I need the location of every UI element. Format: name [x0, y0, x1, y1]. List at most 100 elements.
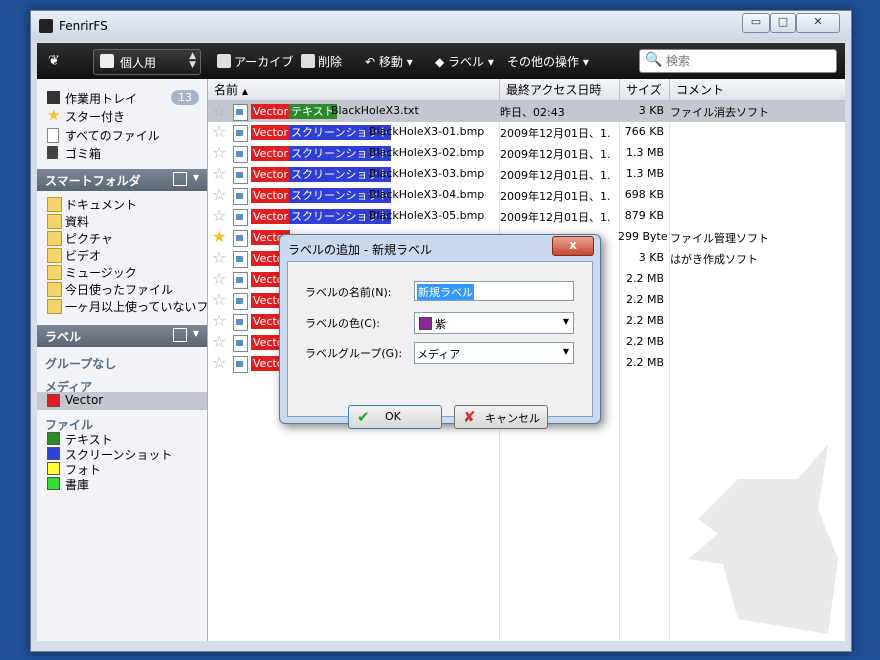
chevron-down-icon: ▼ [562, 347, 569, 356]
archive-button[interactable]: アーカイブ [217, 53, 293, 70]
file-size: 1.3 MB [625, 146, 664, 159]
file-size: 299 Byte [618, 230, 668, 243]
edit-icon[interactable] [173, 172, 187, 186]
file-name: BlackHoleX3-02.bmp [369, 146, 485, 159]
sort-ascending-icon: ▲ [241, 87, 248, 96]
star-toggle-icon[interactable]: ☆ [212, 186, 226, 204]
dialog-close-button[interactable]: x [552, 236, 594, 256]
fenrir-menu-icon[interactable]: ❦ [45, 52, 63, 70]
sidebar-item-tray[interactable]: 作業用トレイ 13 [37, 89, 207, 107]
star-toggle-icon[interactable]: ☆ [212, 270, 226, 288]
table-row[interactable]: ☆ Vector スクリーンショット BlackHoleX3-02.bmp 2009年1… [208, 143, 845, 164]
table-row[interactable]: ☆ Vector テキスト BlackHoleX3.txt 昨日、02:43 3 KB ファ… [208, 101, 845, 122]
profile-selector[interactable]: 個人用 ▲ ▼ [93, 49, 201, 75]
smart-folder-icon [47, 231, 62, 246]
label-item-archive[interactable]: 書庫 [37, 475, 207, 493]
column-header-size[interactable]: サイズ [620, 79, 670, 101]
label-color-select[interactable]: 紫 ▼ [414, 312, 574, 334]
move-arrow-icon: ↶ [365, 55, 379, 69]
table-row[interactable]: ☆ Vector スクリーンショット BlackHoleX3-03.bmp 2009年1… [208, 164, 845, 185]
star-toggle-icon[interactable]: ☆ [212, 354, 226, 372]
label-button[interactable]: ◆ ラベル ▾ [435, 53, 494, 70]
window-title: FenrirFS [59, 19, 108, 33]
star-toggle-icon[interactable]: ☆ [212, 291, 226, 309]
smart-folder-item[interactable]: ピクチャ [37, 229, 207, 247]
star-toggle-icon[interactable]: ☆ [212, 102, 226, 120]
star-icon: ★ [47, 107, 61, 124]
file-type-icon [233, 293, 248, 310]
file-date: 2009年12月01日、1... [500, 190, 610, 203]
file-size: 2.2 MB [625, 335, 664, 348]
file-type-icon [233, 209, 248, 226]
table-row[interactable]: ☆ Vector スクリーンショット BlackHoleX3-01.bmp 2009年1… [208, 122, 845, 143]
label-name-input[interactable]: 新規ラベル [414, 281, 574, 301]
file-type-icon [233, 146, 248, 163]
move-button[interactable]: ↶ 移動 ▾ [365, 53, 413, 70]
sidebar-item-trash[interactable]: ゴミ箱 [37, 144, 207, 162]
file-size: 3 KB [638, 104, 664, 117]
file-comment: ファイル消去ソフト [670, 106, 769, 119]
search-input[interactable] [664, 52, 832, 70]
color-swatch-icon [419, 317, 432, 330]
chevron-down-icon[interactable]: ▼ [193, 329, 199, 338]
file-size: 1.3 MB [625, 167, 664, 180]
toolbar: ❦ 個人用 ▲ ▼ アーカイブ 削除 ↶ 移動 ▾ ◆ ラベル ▾ その他の操作 … [37, 43, 845, 79]
smart-folder-item[interactable]: 一ヶ月以上使っていないフ... [37, 297, 207, 315]
star-toggle-icon[interactable]: ☆ [212, 144, 226, 162]
more-actions-button[interactable]: その他の操作 ▾ [507, 53, 589, 70]
sidebar-item-starred[interactable]: ★ スター付き [37, 107, 207, 125]
file-size: 2.2 MB [625, 314, 664, 327]
star-toggle-icon[interactable]: ★ [212, 228, 226, 246]
file-size: 2.2 MB [625, 293, 664, 306]
fenrir-watermark-icon [688, 444, 838, 634]
x-icon: ✘ [463, 408, 476, 426]
column-header-date[interactable]: 最終アクセス日時 [500, 79, 620, 101]
file-name: BlackHoleX3-05.bmp [369, 209, 485, 222]
label-group-select[interactable]: メディア ▼ [414, 342, 574, 364]
star-toggle-icon[interactable]: ☆ [212, 312, 226, 330]
file-type-icon [233, 335, 248, 352]
label-header[interactable]: ラベル ▼ [37, 325, 207, 347]
file-name: BlackHoleX3-01.bmp [369, 125, 485, 138]
edit-icon[interactable] [173, 328, 187, 342]
close-button[interactable]: ✕ [796, 13, 840, 33]
file-label-tag: テキスト [289, 104, 337, 119]
dialog-body: ラベルの名前(N): 新規ラベル ラベルの色(C): 紫 ▼ ラベルグループ(G… [287, 261, 593, 429]
table-row[interactable]: ☆ Vector スクリーンショット BlackHoleX3-05.bmp 2009年1… [208, 206, 845, 227]
cancel-button[interactable]: ✘ キャンセル [454, 405, 548, 429]
chevron-down-icon[interactable]: ▼ [193, 173, 199, 182]
smart-folder-item[interactable]: 今日使ったファイル [37, 280, 207, 298]
smart-folder-item[interactable]: ドキュメント [37, 195, 207, 213]
smart-folder-item[interactable]: ミュージック [37, 263, 207, 281]
maximize-button[interactable]: □ [770, 13, 796, 33]
table-row[interactable]: ☆ Vector スクリーンショット BlackHoleX3-04.bmp 2009年1… [208, 185, 845, 206]
drive-icon [100, 54, 114, 68]
column-header-comment[interactable]: コメント [670, 79, 845, 101]
file-name: BlackHoleX3.txt [331, 104, 419, 117]
smart-folder-header[interactable]: スマートフォルダ ▼ [37, 169, 207, 191]
file-size: 3 KB [638, 251, 664, 264]
star-toggle-icon[interactable]: ☆ [212, 123, 226, 141]
delete-button[interactable]: 削除 [301, 53, 342, 70]
search-box[interactable]: 🔍 [639, 49, 837, 73]
smart-folder-icon [47, 299, 62, 314]
star-toggle-icon[interactable]: ☆ [212, 333, 226, 351]
star-toggle-icon[interactable]: ☆ [212, 207, 226, 225]
label-color-swatch [47, 477, 60, 490]
smart-folder-item[interactable]: ビデオ [37, 246, 207, 264]
label-item-vector[interactable]: Vector [37, 392, 207, 410]
label-color-swatch [47, 447, 60, 460]
minimize-button[interactable]: ▭ [742, 13, 770, 33]
file-name: BlackHoleX3-03.bmp [369, 167, 485, 180]
sidebar-item-all-files[interactable]: すべてのファイル [37, 126, 207, 144]
star-toggle-icon[interactable]: ☆ [212, 165, 226, 183]
smart-folder-icon [47, 214, 62, 229]
smart-folder-item[interactable]: 資料 [37, 212, 207, 230]
file-comment: ファイル管理ソフト [670, 232, 769, 245]
star-toggle-icon[interactable]: ☆ [212, 249, 226, 267]
ok-button[interactable]: ✔ OK [348, 405, 442, 429]
file-label-tag: Vector [251, 167, 291, 182]
trash-icon [47, 146, 58, 159]
label-group-none[interactable]: グループなし [45, 355, 116, 372]
column-header-name[interactable]: 名前 ▲ [208, 79, 500, 101]
